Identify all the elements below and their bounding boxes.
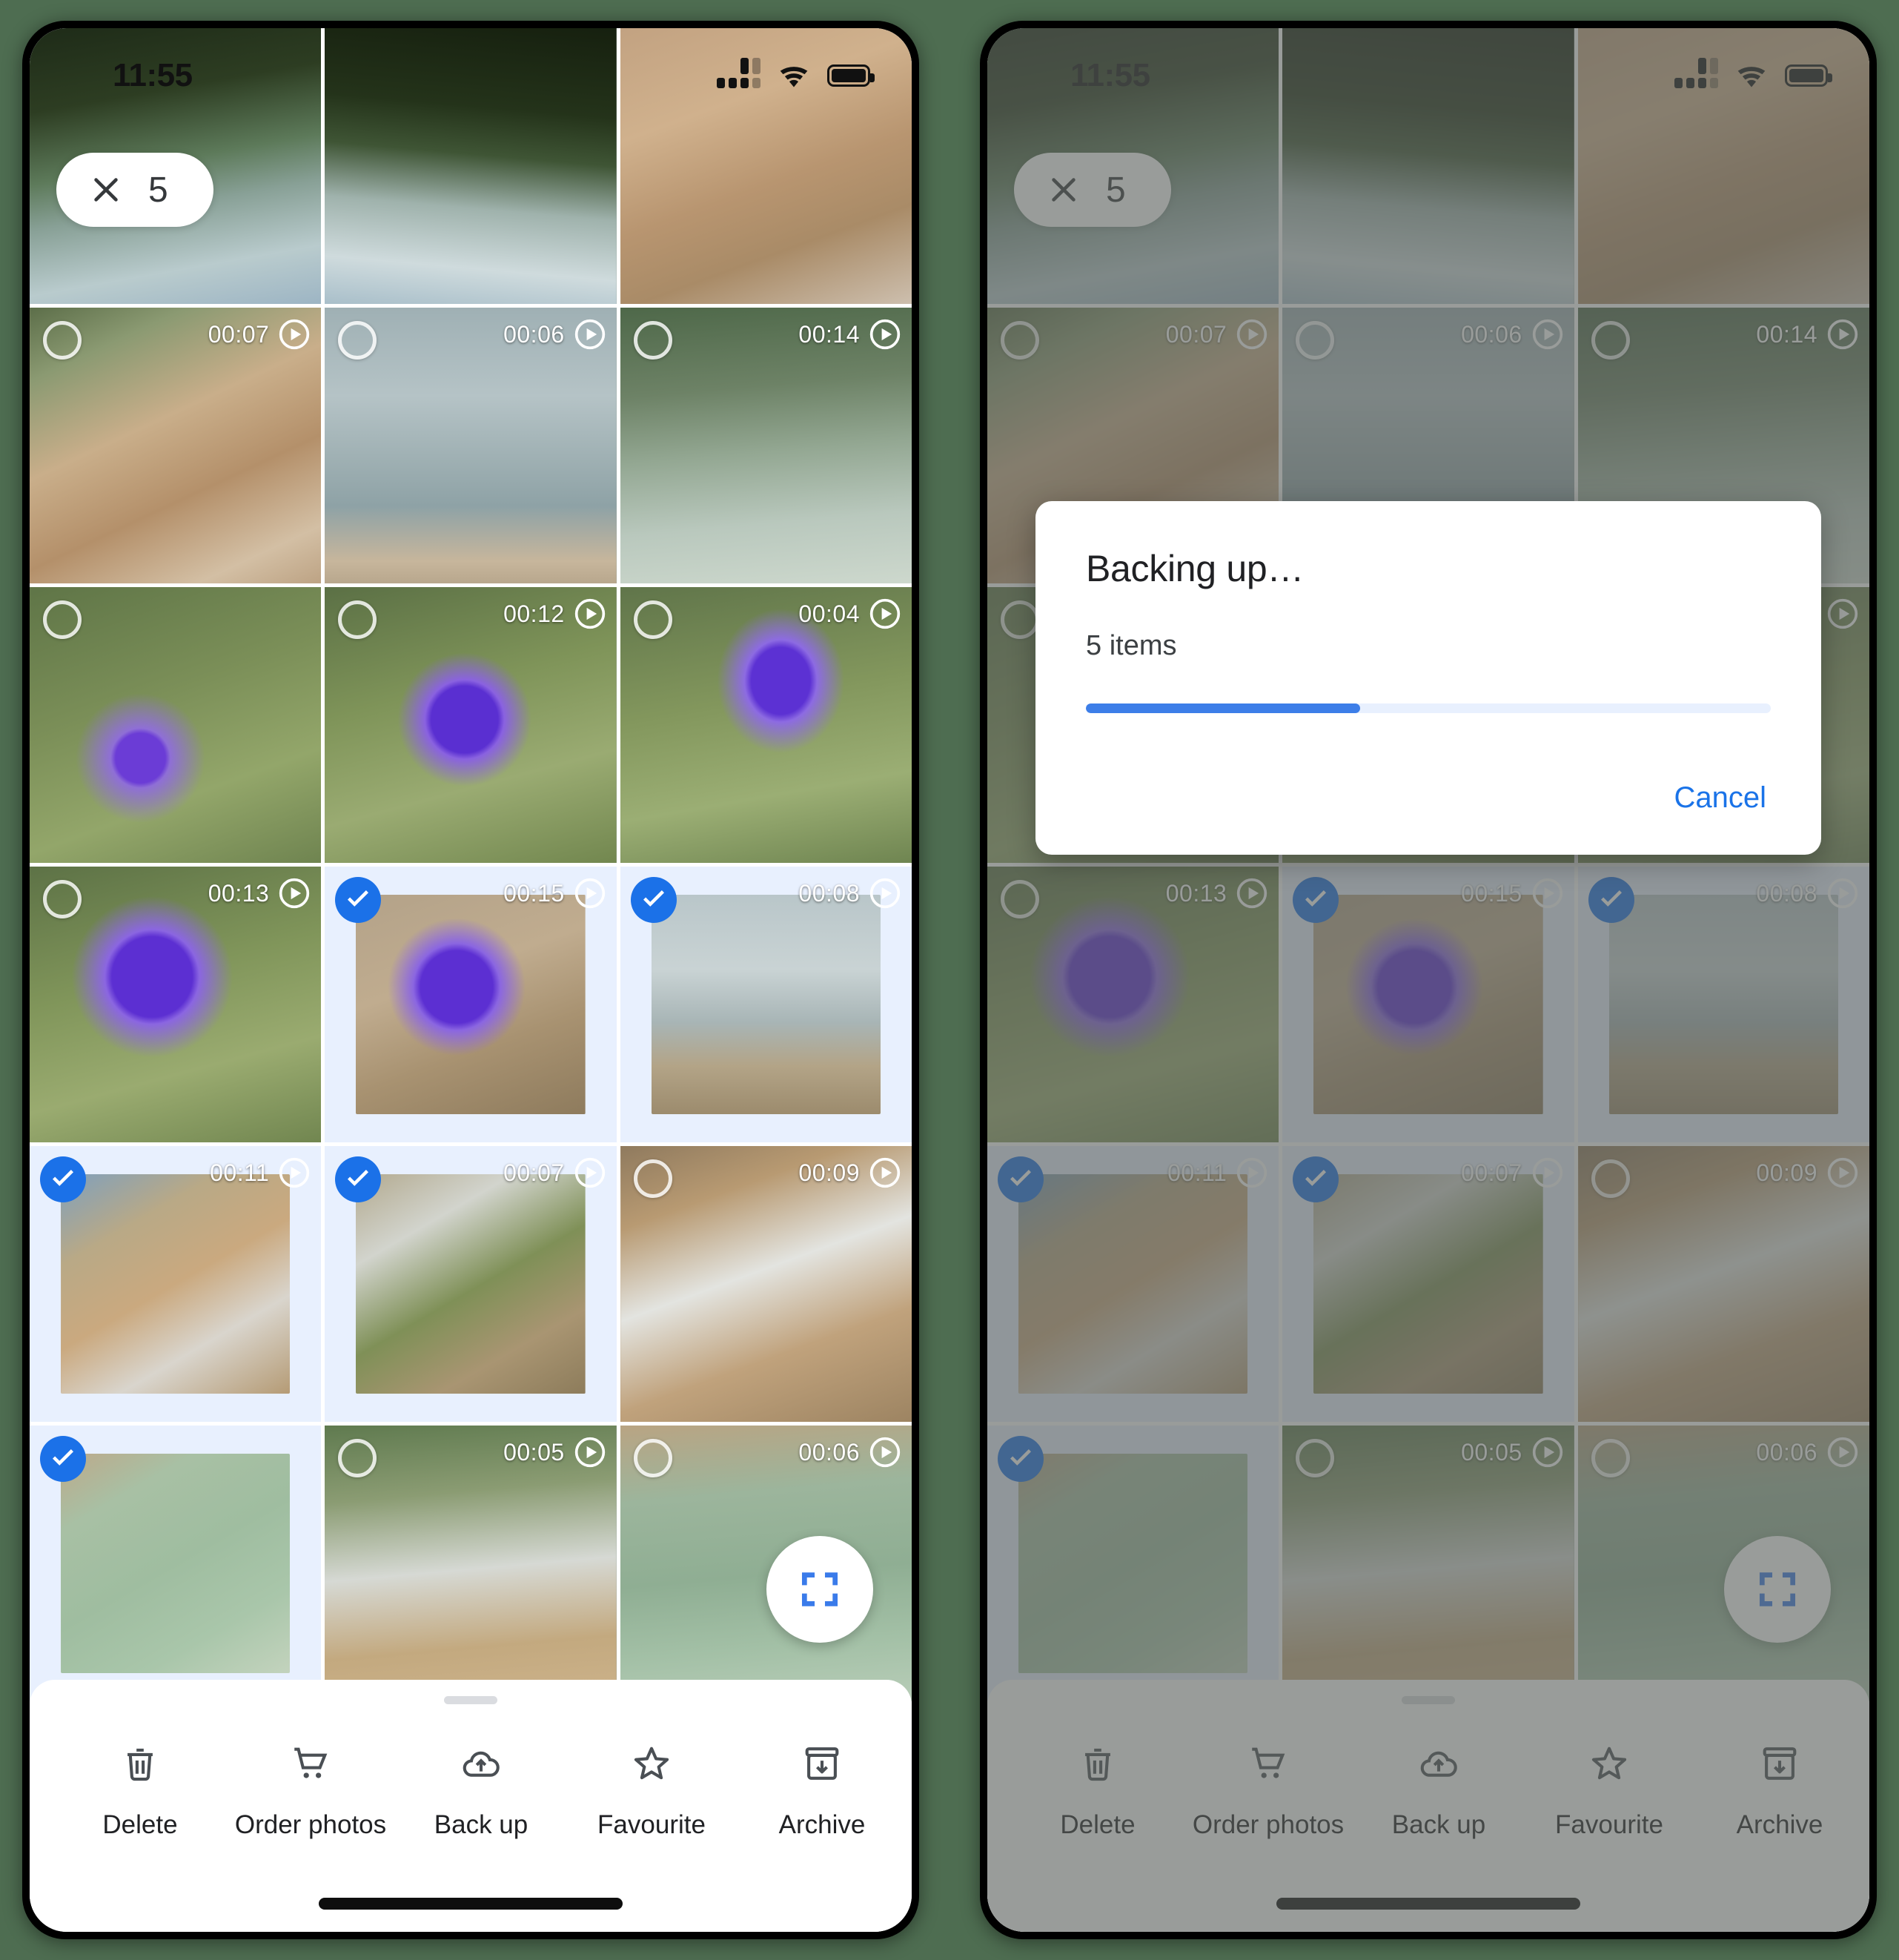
select-circle-icon[interactable] bbox=[43, 321, 82, 360]
photo-thumbnail bbox=[61, 1454, 291, 1673]
photo-cell[interactable]: 00:05 bbox=[325, 1426, 617, 1701]
photo-thumbnail bbox=[356, 895, 586, 1114]
backup-progress-fill bbox=[1086, 703, 1360, 713]
sheet-drag-handle[interactable] bbox=[444, 1696, 497, 1704]
action-delete[interactable]: Delete bbox=[55, 1740, 225, 1841]
select-circle-icon[interactable] bbox=[633, 321, 672, 360]
cancel-button[interactable]: Cancel bbox=[1651, 774, 1771, 822]
action-label: Delete bbox=[102, 1810, 178, 1839]
select-circle-icon[interactable] bbox=[633, 1439, 672, 1477]
select-circle-icon[interactable] bbox=[43, 880, 82, 918]
photo-cell[interactable]: 00:07 bbox=[30, 308, 322, 583]
photo-cell[interactable]: 00:09 bbox=[620, 1146, 912, 1422]
action-label: Archive bbox=[778, 1810, 866, 1839]
photo-cell[interactable]: 00:04 bbox=[620, 587, 912, 863]
home-indicator-left bbox=[319, 1898, 623, 1910]
selected-check-icon[interactable] bbox=[335, 877, 382, 923]
selection-count: 5 bbox=[148, 170, 168, 210]
select-circle-icon[interactable] bbox=[43, 600, 82, 639]
lens-fab-button[interactable] bbox=[766, 1536, 873, 1643]
action-label: Back up bbox=[434, 1810, 528, 1839]
photo-cell[interactable] bbox=[325, 28, 617, 304]
dialog-actions: Cancel bbox=[1086, 774, 1771, 832]
selected-check-icon[interactable] bbox=[335, 1156, 382, 1202]
photo-cell[interactable]: 00:13 bbox=[30, 867, 322, 1142]
action-label: Favourite bbox=[597, 1810, 706, 1839]
trash-icon bbox=[55, 1740, 225, 1787]
photo-thumbnail bbox=[651, 895, 881, 1114]
phone-left: 00:07 00:06 00:14 00:12 00:04 00:13 00:15 00:08… bbox=[22, 21, 919, 1939]
star-outline-icon bbox=[566, 1740, 737, 1787]
action-order-photos[interactable]: Order photos bbox=[225, 1740, 396, 1841]
cloud-upload-icon bbox=[396, 1740, 566, 1787]
dialog-subtitle: 5 items bbox=[1086, 630, 1177, 661]
backup-progress-bar bbox=[1086, 703, 1771, 713]
photo-thumbnail bbox=[61, 1174, 291, 1394]
action-favourite[interactable]: Favourite bbox=[566, 1740, 737, 1841]
selected-check-icon[interactable] bbox=[40, 1436, 86, 1482]
photo-cell[interactable] bbox=[30, 587, 322, 863]
action-sheet-left: Delete Order photos Back up Favourite Archiv… bbox=[30, 1680, 912, 1932]
action-archive[interactable]: Archive bbox=[737, 1740, 907, 1841]
photo-grid-left[interactable]: 00:07 00:06 00:14 00:12 00:04 00:13 00:15 00:08… bbox=[30, 28, 912, 1932]
photo-cell[interactable]: 00:11 bbox=[30, 1146, 322, 1422]
photo-cell[interactable]: 00:14 bbox=[620, 308, 912, 583]
dialog-title: Backing up… bbox=[1086, 548, 1305, 589]
photo-cell[interactable]: 00:07 bbox=[325, 1146, 617, 1422]
phone-left-screen: 00:07 00:06 00:14 00:12 00:04 00:13 00:15 00:08… bbox=[30, 28, 912, 1932]
dialog-scrim bbox=[987, 28, 1869, 1932]
select-circle-icon[interactable] bbox=[338, 600, 377, 639]
shopping-cart-icon bbox=[225, 1740, 396, 1787]
photo-cell[interactable]: 00:12 bbox=[325, 587, 617, 863]
action-list-left: Delete Order photos Back up Favourite Archiv… bbox=[30, 1704, 912, 1841]
phone-right-screen: 00:0700:0600:1400:1200:0400:1300:1500:08… bbox=[987, 28, 1869, 1932]
backing-up-dialog: Backing up… 5 items Cancel bbox=[1035, 501, 1821, 855]
photo-cell[interactable] bbox=[30, 1426, 322, 1701]
photo-thumbnail bbox=[620, 28, 912, 304]
action-label: Order photos bbox=[234, 1810, 387, 1839]
photo-cell[interactable]: 00:06 bbox=[325, 308, 617, 583]
select-circle-icon[interactable] bbox=[633, 600, 672, 639]
photo-cell[interactable] bbox=[620, 28, 912, 304]
photo-thumbnail bbox=[356, 1174, 586, 1394]
select-circle-icon[interactable] bbox=[633, 1159, 672, 1198]
selection-count-chip[interactable]: 5 bbox=[56, 153, 213, 227]
selected-check-icon[interactable] bbox=[40, 1156, 86, 1202]
photo-cell[interactable]: 00:15 bbox=[325, 867, 617, 1142]
archive-box-icon bbox=[737, 1740, 907, 1787]
phone-right: 00:0700:0600:1400:1200:0400:1300:1500:08… bbox=[980, 21, 1877, 1939]
select-circle-icon[interactable] bbox=[338, 321, 377, 360]
close-icon[interactable] bbox=[89, 173, 123, 207]
action-back-up[interactable]: Back up bbox=[396, 1740, 566, 1841]
photo-cell[interactable]: 00:08 bbox=[620, 867, 912, 1142]
screenshot-stage: 00:07 00:06 00:14 00:12 00:04 00:13 00:15 00:08… bbox=[0, 0, 1899, 1960]
lens-scan-icon bbox=[801, 1572, 838, 1606]
photo-cell[interactable]: 00:06 bbox=[620, 1426, 912, 1701]
select-circle-icon[interactable] bbox=[338, 1439, 377, 1477]
photo-thumbnail bbox=[325, 28, 617, 304]
selected-check-icon[interactable] bbox=[630, 877, 677, 923]
